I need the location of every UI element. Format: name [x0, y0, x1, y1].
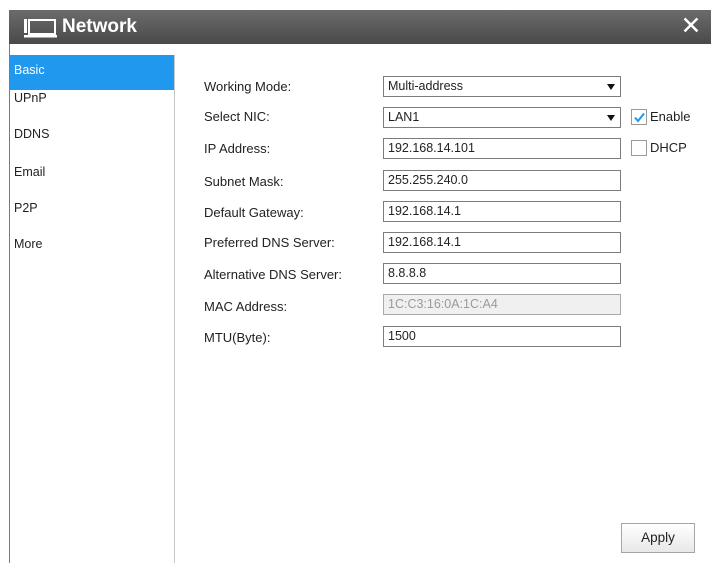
checkmark-icon [634, 112, 645, 123]
alternative-dns-input[interactable]: 8.8.8.8 [383, 263, 621, 284]
ip-address-label: IP Address: [204, 141, 271, 156]
mac-address-label: MAC Address: [204, 299, 288, 314]
chevron-down-icon [607, 84, 615, 90]
select-nic-select[interactable]: LAN1 [383, 107, 621, 128]
sidebar-item-p2p[interactable]: P2P [10, 190, 175, 226]
sidebar: Basic UPnP DDNS Email P2P More [10, 55, 175, 563]
mac-address-input: 1C:C3:16:0A:1C:A4 [383, 294, 621, 315]
sidebar-item-ddns[interactable]: DDNS [10, 116, 175, 152]
title-bar: Network ✕ [9, 10, 711, 44]
working-mode-select[interactable]: Multi-address [383, 76, 621, 97]
network-monitor-icon [23, 18, 59, 38]
sidebar-item-upnp[interactable]: UPnP [10, 80, 175, 116]
dhcp-checkbox[interactable] [631, 140, 647, 156]
alternative-dns-label: Alternative DNS Server: [204, 267, 342, 282]
mtu-label: MTU(Byte): [204, 330, 271, 345]
window-title: Network [62, 16, 137, 37]
close-icon[interactable]: ✕ [677, 11, 705, 41]
ip-address-input[interactable]: 192.168.14.101 [383, 138, 621, 159]
select-nic-label: Select NIC: [204, 109, 270, 124]
sidebar-item-email[interactable]: Email [10, 154, 175, 190]
sidebar-item-more[interactable]: More [10, 226, 175, 262]
chevron-down-icon [607, 115, 615, 121]
select-nic-value: LAN1 [388, 110, 420, 124]
preferred-dns-input[interactable]: 192.168.14.1 [383, 232, 621, 253]
apply-button[interactable]: Apply [621, 523, 695, 553]
enable-checkbox[interactable] [631, 109, 647, 125]
default-gateway-label: Default Gateway: [204, 205, 304, 220]
preferred-dns-label: Preferred DNS Server: [204, 235, 335, 250]
sidebar-divider [174, 55, 175, 563]
dhcp-label: DHCP [650, 140, 687, 155]
working-mode-label: Working Mode: [204, 79, 292, 94]
mtu-input[interactable]: 1500 [383, 326, 621, 347]
subnet-mask-input[interactable]: 255.255.240.0 [383, 170, 621, 191]
enable-label: Enable [650, 109, 691, 124]
working-mode-value: Multi-address [388, 79, 464, 93]
default-gateway-input[interactable]: 192.168.14.1 [383, 201, 621, 222]
subnet-mask-label: Subnet Mask: [204, 174, 284, 189]
